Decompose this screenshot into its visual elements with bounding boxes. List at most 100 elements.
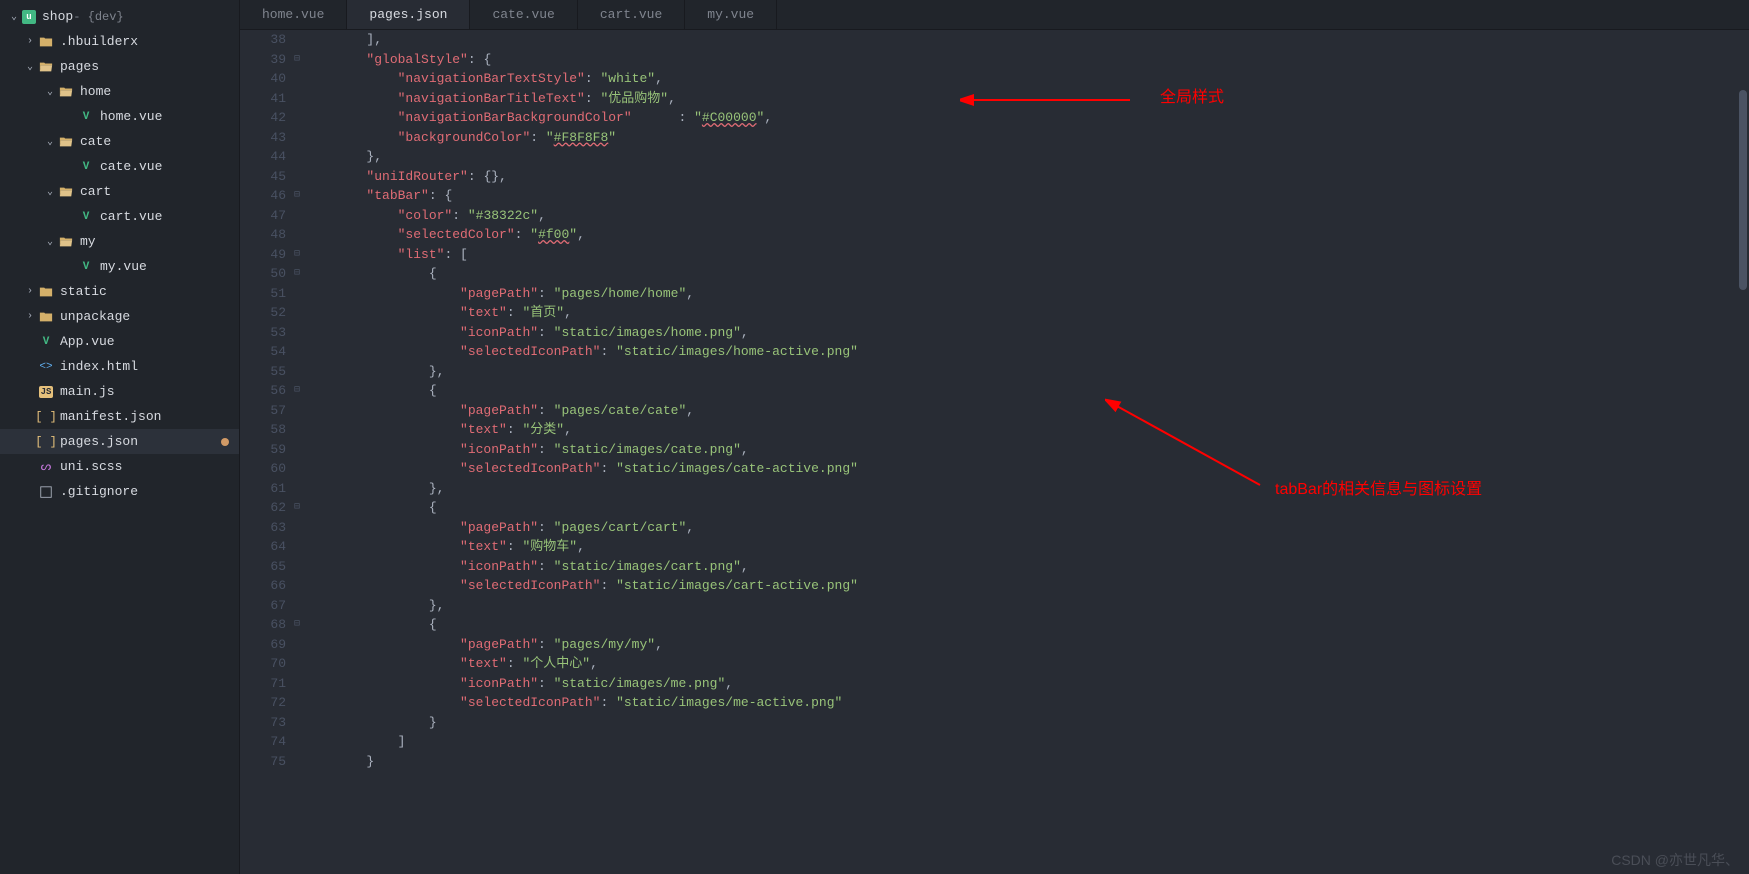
code-line[interactable]: "text": "分类", <box>304 420 1749 440</box>
code-line[interactable]: "selectedIconPath": "static/images/cate-… <box>304 459 1749 479</box>
watermark: CSDN @亦世凡华、 <box>1611 850 1739 870</box>
tree-item-pages-json[interactable]: [ ]pages.json <box>0 429 239 454</box>
project-suffix: - {dev} <box>73 10 123 24</box>
code-line[interactable]: "pagePath": "pages/cart/cart", <box>304 518 1749 538</box>
chevron-icon: › <box>24 286 36 297</box>
code-line[interactable]: { <box>304 264 1749 284</box>
code-line[interactable]: }, <box>304 362 1749 382</box>
tree-item-label: uni.scss <box>60 459 122 474</box>
html-icon: <> <box>38 359 54 375</box>
code-line[interactable]: "navigationBarBackgroundColor" : "#C0000… <box>304 108 1749 128</box>
tree-item--gitignore[interactable]: .gitignore <box>0 479 239 504</box>
tree-item-manifest-json[interactable]: [ ]manifest.json <box>0 404 239 429</box>
tree-item-my-vue[interactable]: Vmy.vue <box>0 254 239 279</box>
tree-item-label: cate <box>80 134 111 149</box>
vue-icon: V <box>38 334 54 350</box>
code-line[interactable]: "list": [ <box>304 245 1749 265</box>
tab-home-vue[interactable]: home.vue <box>240 0 347 29</box>
code-line[interactable]: "text": "首页", <box>304 303 1749 323</box>
code-line[interactable]: } <box>304 752 1749 772</box>
tree-item-label: cate.vue <box>100 159 162 174</box>
code-line[interactable]: "navigationBarTextStyle": "white", <box>304 69 1749 89</box>
tree-item-home-vue[interactable]: Vhome.vue <box>0 104 239 129</box>
project-root[interactable]: ⌄ u shop - {dev} <box>0 4 239 29</box>
chevron-down-icon: ⌄ <box>8 11 20 23</box>
code-line[interactable]: "uniIdRouter": {}, <box>304 167 1749 187</box>
code-line[interactable]: ] <box>304 732 1749 752</box>
tree-item-label: my <box>80 234 96 249</box>
chevron-icon: ⌄ <box>44 186 56 198</box>
folder-open-icon <box>38 59 54 75</box>
code-line[interactable]: "pagePath": "pages/my/my", <box>304 635 1749 655</box>
code-line[interactable]: "text": "购物车", <box>304 537 1749 557</box>
folder-open-icon <box>58 134 74 150</box>
scrollbar-thumb[interactable] <box>1739 90 1747 290</box>
line-number-gutter: 3839404142434445464748495051525354555657… <box>240 30 290 874</box>
tree-item-index-html[interactable]: <>index.html <box>0 354 239 379</box>
tree-item-cart[interactable]: ⌄cart <box>0 179 239 204</box>
tab-cate-vue[interactable]: cate.vue <box>470 0 577 29</box>
vue-icon: V <box>78 159 94 175</box>
tree-item-my[interactable]: ⌄my <box>0 229 239 254</box>
code-line[interactable]: }, <box>304 479 1749 499</box>
tree-item-uni-scss[interactable]: ᔕ uni.scss <box>0 454 239 479</box>
fold-column: ⊟⊟⊟⊟⊟⊟⊟ <box>290 30 304 874</box>
code-line[interactable]: "navigationBarTitleText": "优品购物", <box>304 89 1749 109</box>
code-line[interactable]: "iconPath": "static/images/home.png", <box>304 323 1749 343</box>
code-line[interactable]: "text": "个人中心", <box>304 654 1749 674</box>
tab-my-vue[interactable]: my.vue <box>685 0 777 29</box>
tab-pages-json[interactable]: pages.json <box>347 0 470 29</box>
tree-item-app-vue[interactable]: VApp.vue <box>0 329 239 354</box>
code-line[interactable]: "selectedIconPath": "static/images/me-ac… <box>304 693 1749 713</box>
tree-item-unpackage[interactable]: ›unpackage <box>0 304 239 329</box>
code-line[interactable]: "iconPath": "static/images/cart.png", <box>304 557 1749 577</box>
vertical-scrollbar[interactable] <box>1737 30 1749 874</box>
code-line[interactable]: ], <box>304 30 1749 50</box>
code-line[interactable]: "backgroundColor": "#F8F8F8" <box>304 128 1749 148</box>
tree-item-home[interactable]: ⌄home <box>0 79 239 104</box>
folder-icon <box>38 34 54 50</box>
code-line[interactable]: }, <box>304 147 1749 167</box>
tree-item-main-js[interactable]: JSmain.js <box>0 379 239 404</box>
chevron-icon: › <box>24 36 36 47</box>
code-line[interactable]: } <box>304 713 1749 733</box>
code-line[interactable]: "iconPath": "static/images/cate.png", <box>304 440 1749 460</box>
code-line[interactable]: { <box>304 615 1749 635</box>
tree-item--hbuilderx[interactable]: › .hbuilderx <box>0 29 239 54</box>
folder-icon <box>38 284 54 300</box>
code-line[interactable]: "globalStyle": { <box>304 50 1749 70</box>
tree-item-static[interactable]: ›static <box>0 279 239 304</box>
editor-tabs: home.vuepages.jsoncate.vuecart.vuemy.vue <box>240 0 1749 30</box>
tree-item-cart-vue[interactable]: Vcart.vue <box>0 204 239 229</box>
code-line[interactable]: "pagePath": "pages/cate/cate", <box>304 401 1749 421</box>
modified-indicator <box>221 438 229 446</box>
uniapp-icon: u <box>22 10 36 24</box>
vue-icon: V <box>78 109 94 125</box>
code-line[interactable]: "selectedIconPath": "static/images/cart-… <box>304 576 1749 596</box>
editor-area: home.vuepages.jsoncate.vuecart.vuemy.vue… <box>240 0 1749 874</box>
js-icon: JS <box>38 384 54 400</box>
code-content[interactable]: ], "globalStyle": { "navigationBarTextSt… <box>304 30 1749 874</box>
code-line[interactable]: "selectedIconPath": "static/images/home-… <box>304 342 1749 362</box>
tree-item-label: home <box>80 84 111 99</box>
code-line[interactable]: "iconPath": "static/images/me.png", <box>304 674 1749 694</box>
folder-open-icon <box>58 184 74 200</box>
folder-open-icon <box>58 234 74 250</box>
tree-item-label: pages <box>60 59 99 74</box>
code-line[interactable]: "color": "#38322c", <box>304 206 1749 226</box>
code-line[interactable]: }, <box>304 596 1749 616</box>
code-line[interactable]: { <box>304 498 1749 518</box>
tree-item-cate[interactable]: ⌄cate <box>0 129 239 154</box>
code-line[interactable]: "selectedColor": "#f00", <box>304 225 1749 245</box>
code-editor[interactable]: 3839404142434445464748495051525354555657… <box>240 30 1749 874</box>
tree-item-pages[interactable]: ⌄pages <box>0 54 239 79</box>
code-line[interactable]: { <box>304 381 1749 401</box>
code-line[interactable]: "tabBar": { <box>304 186 1749 206</box>
scss-icon: ᔕ <box>38 459 54 475</box>
chevron-icon: › <box>24 311 36 322</box>
tree-item-label: .hbuilderx <box>60 34 138 49</box>
code-line[interactable]: "pagePath": "pages/home/home", <box>304 284 1749 304</box>
project-name: shop <box>42 9 73 24</box>
tree-item-cate-vue[interactable]: Vcate.vue <box>0 154 239 179</box>
tab-cart-vue[interactable]: cart.vue <box>578 0 685 29</box>
